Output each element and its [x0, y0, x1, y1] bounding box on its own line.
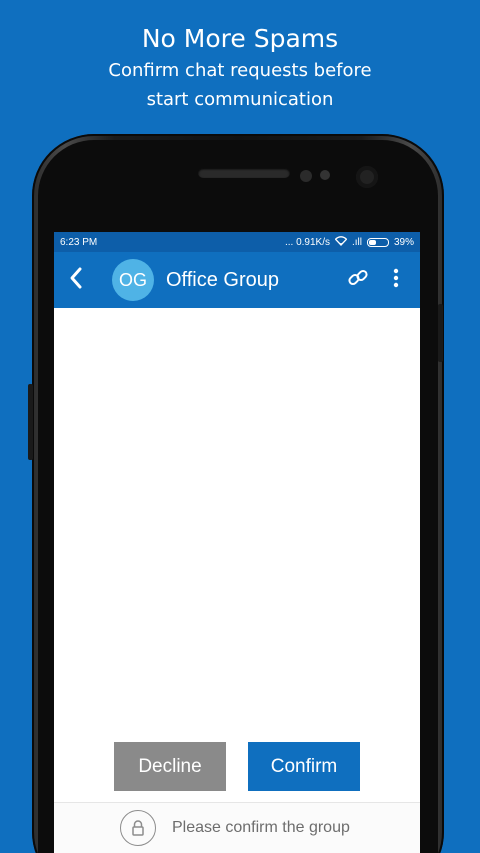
confirm-message: Please confirm the group [172, 819, 350, 836]
phone-speaker [198, 168, 290, 178]
battery-level: 39% [393, 236, 414, 248]
chat-area [54, 308, 420, 800]
front-camera [356, 166, 378, 188]
group-avatar[interactable]: OG [112, 259, 154, 301]
group-title[interactable]: Office Group [166, 269, 342, 292]
back-button[interactable] [68, 266, 96, 295]
decline-button[interactable]: Decline [114, 742, 226, 791]
phone-sensor [320, 170, 330, 180]
lock-icon [120, 810, 156, 846]
battery-icon [366, 237, 389, 247]
status-indicators: ... 0.91K/s .ıll 39% [284, 235, 414, 249]
promo-headline: No More Spams [141, 24, 339, 53]
phone-volume-button [28, 384, 33, 460]
promo-subline-1: Confirm chat requests before [108, 60, 372, 81]
status-bar: 6:23 PM ... 0.91K/s .ıll 39% [54, 232, 420, 252]
confirm-button[interactable]: Confirm [248, 742, 360, 791]
chevron-left-icon [68, 266, 84, 295]
signal-icon: .ıll [351, 236, 362, 248]
link-button[interactable] [342, 266, 374, 295]
app-bar: OG Office Group [54, 252, 420, 308]
request-actions: Decline Confirm [54, 742, 420, 791]
phone-power-button [438, 304, 443, 362]
wifi-icon [334, 235, 348, 249]
phone-sensor [300, 170, 312, 182]
promo-subline-2: start communication [146, 89, 334, 110]
phone-screen: 6:23 PM ... 0.91K/s .ıll 39% OG Office G… [54, 232, 420, 853]
promo-header: No More Spams Confirm chat requests befo… [0, 22, 480, 114]
confirm-footer: Please confirm the group [54, 802, 420, 853]
network-speed: ... 0.91K/s [284, 236, 330, 248]
overflow-menu-button[interactable] [382, 268, 410, 293]
status-time: 6:23 PM [60, 236, 98, 248]
more-vertical-icon [393, 268, 399, 293]
link-icon [346, 266, 370, 295]
